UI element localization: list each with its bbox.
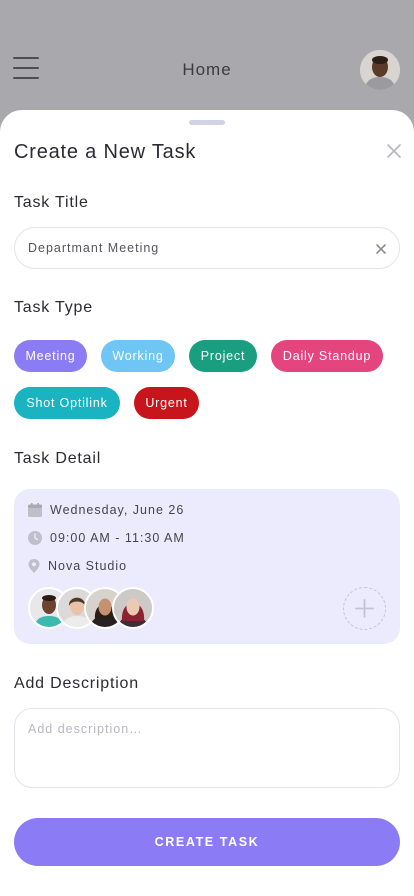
- task-detail-label: Task Detail: [14, 450, 102, 467]
- chip-meeting[interactable]: Meeting: [14, 340, 87, 372]
- detail-date[interactable]: Wednesday, June 26: [27, 501, 184, 519]
- user-avatar[interactable]: [360, 50, 400, 90]
- drag-handle[interactable]: [189, 120, 225, 125]
- chip-urgent[interactable]: Urgent: [134, 387, 199, 419]
- detail-location-text: Nova Studio: [48, 559, 128, 573]
- home-header: Home: [0, 0, 414, 120]
- create-task-button[interactable]: CREATE TASK: [14, 818, 400, 866]
- chip-daily-standup[interactable]: Daily Standup: [271, 340, 383, 372]
- chip-working[interactable]: Working: [101, 340, 175, 372]
- plus-icon: [355, 599, 374, 618]
- sheet-title: Create a New Task: [14, 141, 197, 163]
- clock-icon: [27, 530, 43, 546]
- create-task-sheet: Create a New Task Task Title Task Type M…: [0, 110, 414, 896]
- task-title-field: [14, 227, 400, 269]
- detail-date-text: Wednesday, June 26: [50, 503, 185, 517]
- task-detail-card: Wednesday, June 26 09:00 AM - 11:30 AM N…: [14, 489, 400, 644]
- home-title: Home: [182, 60, 232, 79]
- task-title-input[interactable]: [28, 228, 358, 268]
- task-title-label: Task Title: [14, 194, 89, 211]
- add-attendee-button[interactable]: [343, 587, 386, 630]
- detail-time-text: 09:00 AM - 11:30 AM: [50, 531, 185, 545]
- attendee-avatar[interactable]: [112, 587, 154, 629]
- description-label: Add Description: [14, 675, 139, 692]
- description-input[interactable]: [14, 708, 400, 788]
- close-icon[interactable]: [386, 143, 402, 159]
- chip-project[interactable]: Project: [189, 340, 257, 372]
- task-type-label: Task Type: [14, 299, 93, 316]
- chip-shot-optilink[interactable]: Shot Optilink: [14, 387, 120, 419]
- clear-icon[interactable]: [375, 242, 387, 254]
- detail-location[interactable]: Nova Studio: [27, 557, 127, 575]
- location-pin-icon: [27, 558, 41, 574]
- calendar-icon: [27, 502, 43, 518]
- detail-time[interactable]: 09:00 AM - 11:30 AM: [27, 529, 185, 547]
